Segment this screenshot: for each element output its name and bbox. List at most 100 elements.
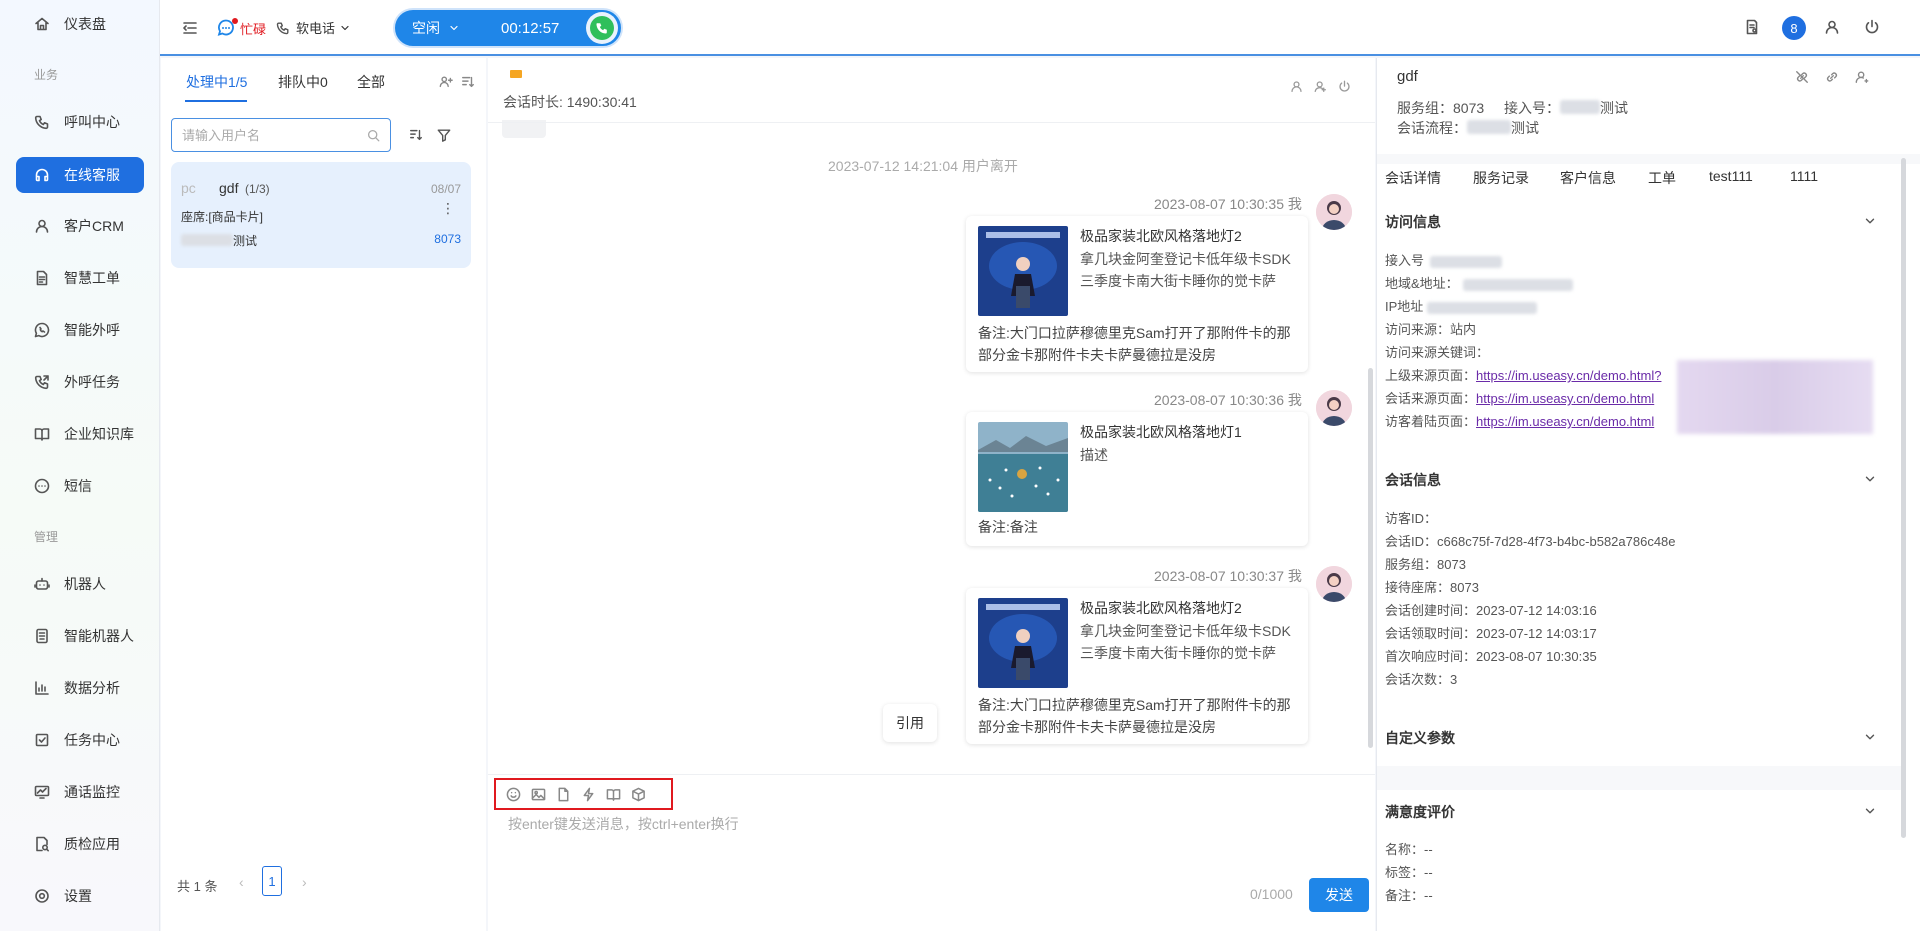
tab-queue[interactable]: 排队中0 bbox=[278, 72, 328, 92]
nav-label: 智慧工单 bbox=[64, 270, 120, 286]
file-icon[interactable] bbox=[556, 787, 571, 802]
unlink-button[interactable] bbox=[1795, 70, 1809, 84]
nav-dashboard[interactable]: 仪表盘 bbox=[16, 6, 144, 42]
redacted-url-block bbox=[1677, 360, 1873, 434]
visitor-name: gdf bbox=[1397, 68, 1418, 85]
access-number-suffix: 测试 bbox=[1600, 100, 1628, 116]
filter-button[interactable] bbox=[437, 128, 451, 142]
card-date: 08/07 bbox=[430, 182, 461, 196]
tab-customer-info[interactable]: 客户信息 bbox=[1560, 168, 1616, 188]
section-satisfaction[interactable]: 满意度评价 bbox=[1385, 802, 1455, 822]
pager-prev-button[interactable]: ‹ bbox=[239, 874, 244, 890]
tab-1111[interactable]: 1111 bbox=[1790, 168, 1818, 184]
nav-crm[interactable]: 客户CRM bbox=[16, 208, 144, 244]
session-id: 会话ID：c668c75f-7d28-4f73-b4bc-b582a786c48… bbox=[1385, 534, 1676, 549]
document-button[interactable] bbox=[1744, 19, 1760, 35]
nav-online-service[interactable]: 在线客服 bbox=[16, 157, 144, 193]
tab-processing[interactable]: 处理中1/5 bbox=[186, 72, 247, 92]
answer-call-button[interactable] bbox=[586, 12, 618, 44]
nav-settings[interactable]: 设置 bbox=[16, 878, 144, 914]
nav-label: 智能机器人 bbox=[64, 628, 134, 644]
section-session-info[interactable]: 会话信息 bbox=[1385, 470, 1441, 490]
search-icon[interactable] bbox=[367, 129, 380, 142]
session-page-link[interactable]: https://im.useasy.cn/demo.html bbox=[1476, 391, 1654, 406]
phone-icon bbox=[34, 115, 49, 130]
softphone-selector[interactable]: 软电话 bbox=[276, 18, 351, 37]
product-card-message[interactable]: 极品家装北欧风格落地灯2 拿几块金阿奎登记卡低年级卡SDK三季度卡南大街卡睡你的… bbox=[966, 588, 1308, 744]
chevron-down-icon[interactable] bbox=[1863, 472, 1877, 486]
agent-avatar bbox=[1316, 390, 1352, 426]
emoji-icon[interactable] bbox=[506, 787, 521, 802]
call-status-pill[interactable]: 空闲 00:12:57 bbox=[395, 10, 621, 46]
nav-knowledge-base[interactable]: 企业知识库 bbox=[16, 416, 144, 452]
card-more-button[interactable]: ⋮ bbox=[441, 201, 455, 215]
transfer-user-button[interactable] bbox=[1290, 80, 1303, 93]
busy-status[interactable]: 忙碌 bbox=[216, 18, 266, 38]
visit-region: 地域&地址： bbox=[1385, 273, 1573, 292]
nav-task-center[interactable]: 任务中心 bbox=[16, 722, 144, 758]
prev-page-link[interactable]: https://im.useasy.cn/demo.html? bbox=[1476, 368, 1661, 383]
tab-test111[interactable]: test111 bbox=[1709, 168, 1753, 184]
nav-robot[interactable]: 机器人 bbox=[16, 566, 144, 602]
nav-work-order[interactable]: 智慧工单 bbox=[16, 260, 144, 296]
nav-smart-outbound[interactable]: 智能外呼 bbox=[16, 312, 144, 348]
end-session-button[interactable] bbox=[1338, 80, 1351, 93]
product-card-message[interactable]: 极品家装北欧风格落地灯1 描述 备注:备注 bbox=[966, 412, 1308, 546]
knowledge-book-icon[interactable] bbox=[606, 787, 621, 802]
section-custom-params[interactable]: 自定义参数 bbox=[1385, 728, 1455, 748]
call-status-select[interactable]: 空闲 bbox=[412, 11, 460, 45]
sort-button[interactable] bbox=[409, 128, 423, 142]
product-box-icon[interactable] bbox=[631, 787, 646, 802]
nav-label: 客户CRM bbox=[64, 218, 124, 234]
pager-page-1[interactable]: 1 bbox=[262, 866, 282, 896]
chevron-down-icon[interactable] bbox=[1863, 804, 1877, 818]
nav-label: 任务中心 bbox=[64, 732, 120, 748]
search-input[interactable] bbox=[182, 125, 362, 145]
chevron-down-icon[interactable] bbox=[1863, 730, 1877, 744]
nav-quality-inspection[interactable]: 质检应用 bbox=[16, 826, 144, 862]
nav-sms[interactable]: 短信 bbox=[16, 468, 144, 504]
chevron-down-icon[interactable] bbox=[1863, 214, 1877, 228]
tab-all[interactable]: 全部 bbox=[357, 72, 385, 92]
logout-button[interactable] bbox=[1864, 19, 1880, 35]
power-icon bbox=[1865, 19, 1879, 34]
nav-call-center[interactable]: 呼叫中心 bbox=[16, 104, 144, 140]
agent-avatar bbox=[1316, 566, 1352, 602]
send-button[interactable]: 发送 bbox=[1309, 878, 1369, 912]
right-scrollbar[interactable] bbox=[1901, 158, 1906, 838]
profile-button[interactable] bbox=[1824, 19, 1840, 35]
conversation-card[interactable]: pc gdf (1/3) 08/07 座席:[商品卡片] ⋮ 测试 8073 bbox=[171, 162, 471, 268]
tab-work-order[interactable]: 工单 bbox=[1648, 168, 1676, 188]
user-settings-button[interactable] bbox=[1855, 70, 1869, 84]
landing-page-link[interactable]: https://im.useasy.cn/demo.html bbox=[1476, 414, 1654, 429]
invite-user-button[interactable] bbox=[1314, 80, 1327, 93]
nav-label: 呼叫中心 bbox=[64, 114, 120, 130]
image-icon[interactable] bbox=[531, 787, 546, 802]
nav-call-monitor[interactable]: 通话监控 bbox=[16, 774, 144, 810]
call-timer: 00:12:57 bbox=[501, 19, 560, 37]
notification-badge[interactable]: 8 bbox=[1782, 16, 1806, 40]
tab-service-record[interactable]: 服务记录 bbox=[1473, 168, 1529, 188]
link-button[interactable] bbox=[1825, 70, 1839, 84]
product-card-message[interactable]: 极品家装北欧风格落地灯2 拿几块金阿奎登记卡低年级卡SDK三季度卡南大街卡睡你的… bbox=[966, 216, 1308, 372]
nav-smart-robot[interactable]: 智能机器人 bbox=[16, 618, 144, 654]
menu-toggle-button[interactable] bbox=[182, 20, 198, 36]
chat-scrollbar[interactable] bbox=[1368, 368, 1373, 748]
redacted-value bbox=[1462, 278, 1573, 291]
card-avatar: pc bbox=[181, 180, 196, 196]
nav-label: 通话监控 bbox=[64, 784, 120, 800]
nav-outbound-task[interactable]: 外呼任务 bbox=[16, 364, 144, 400]
user-transfer-button[interactable] bbox=[439, 75, 453, 89]
quick-reply-icon[interactable] bbox=[581, 787, 596, 802]
message-input[interactable] bbox=[508, 814, 1328, 884]
link-icon bbox=[1826, 72, 1838, 82]
quote-button[interactable]: 引用 bbox=[883, 704, 937, 742]
section-separator bbox=[1377, 766, 1901, 790]
flow-label: 会话流程： bbox=[1397, 120, 1467, 136]
sort-list-button[interactable] bbox=[461, 75, 475, 89]
pager-next-button[interactable]: › bbox=[302, 874, 307, 890]
nav-data-analysis[interactable]: 数据分析 bbox=[16, 670, 144, 706]
nav-label: 智能外呼 bbox=[64, 322, 120, 338]
section-visit-info[interactable]: 访问信息 bbox=[1385, 212, 1441, 232]
tab-session-detail[interactable]: 会话详情 bbox=[1385, 168, 1441, 188]
